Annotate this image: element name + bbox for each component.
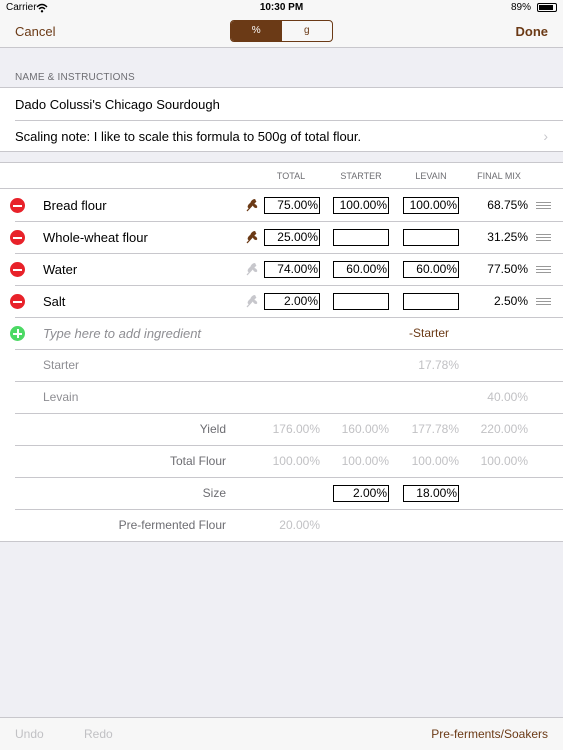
yield-row: Yield 176.00% 160.00% 177.78% 220.00% — [0, 413, 563, 445]
final-mix-value: 77.50% — [487, 262, 528, 276]
starter-percent-input[interactable]: 100.00% — [333, 197, 389, 214]
final-mix-value: 31.25% — [487, 230, 528, 244]
total-flour-total: 100.00% — [272, 454, 320, 468]
scaling-note-cell[interactable]: Scaling note: I like to scale this formu… — [15, 129, 361, 144]
column-header-starter: STARTER — [340, 171, 382, 181]
yield-final: 220.00% — [480, 422, 528, 436]
preferment-final-value: 40.00% — [487, 390, 528, 404]
add-icon[interactable] — [10, 326, 25, 341]
yield-label: Yield — [199, 422, 226, 436]
total-flour-starter: 100.00% — [341, 454, 389, 468]
done-button[interactable]: Done — [516, 24, 549, 39]
ingredient-name[interactable]: Water — [43, 262, 77, 277]
unit-segmented-control: % g — [230, 20, 333, 42]
total-percent-input[interactable]: 74.00% — [264, 261, 320, 278]
size-row: Size 2.00% 18.00% — [0, 477, 563, 509]
starter-percent-input[interactable] — [333, 293, 389, 310]
total-percent-input[interactable]: 75.00% — [264, 197, 320, 214]
reorder-handle-icon[interactable] — [536, 234, 551, 241]
total-flour-row: Total Flour 100.00% 100.00% 100.00% 100.… — [0, 445, 563, 477]
prefermented-flour-label: Pre-fermented Flour — [118, 518, 226, 532]
levain-percent-input[interactable]: 100.00% — [403, 197, 459, 214]
reorder-handle-icon[interactable] — [536, 298, 551, 305]
starter-percent-input[interactable] — [333, 229, 389, 246]
levain-percent-input[interactable]: 60.00% — [403, 261, 459, 278]
wheat-icon[interactable] — [245, 230, 259, 244]
yield-total: 176.00% — [272, 422, 320, 436]
ingredient-name[interactable]: Salt — [43, 294, 65, 309]
ingredient-row: Bread flour 75.00% 100.00% 100.00% 68.75… — [0, 189, 563, 221]
total-flour-label: Total Flour — [169, 454, 226, 468]
preferment-row: Starter 17.78% — [0, 349, 563, 381]
reorder-handle-icon[interactable] — [536, 266, 551, 273]
wheat-icon[interactable] — [245, 262, 259, 276]
total-flour-final: 100.00% — [480, 454, 528, 468]
yield-starter: 160.00% — [341, 422, 389, 436]
divider — [15, 120, 563, 121]
reorder-handle-icon[interactable] — [536, 202, 551, 209]
formula-table: TOTAL STARTER LEVAIN FINAL MIX Bread flo… — [0, 162, 563, 542]
levain-percent-input[interactable] — [403, 293, 459, 310]
battery-percent: 89% — [510, 2, 531, 13]
ingredient-row: Water 74.00% 60.00% 60.00% 77.50% — [0, 253, 563, 285]
ingredient-row: Salt 2.00% 2.50% — [0, 285, 563, 317]
prefermented-flour-row: Pre-fermented Flour 20.00% — [0, 509, 563, 541]
delete-icon[interactable] — [10, 230, 25, 245]
preferment-name: Starter — [43, 358, 80, 372]
undo-button[interactable]: Undo — [15, 727, 44, 741]
preferment-levain-value: 17.78% — [418, 358, 459, 372]
battery-icon — [537, 3, 557, 12]
wheat-icon[interactable] — [245, 294, 259, 308]
delete-icon[interactable] — [10, 198, 25, 213]
starter-size-input[interactable]: 2.00% — [333, 485, 389, 502]
status-bar: Carrier 10:30 PM 89% — [0, 0, 563, 16]
column-header-final-mix: FINAL MIX — [477, 171, 521, 181]
delete-icon[interactable] — [10, 262, 25, 277]
levain-percent-input[interactable] — [403, 229, 459, 246]
name-instructions-group: Dado Colussi's Chicago Sourdough Scaling… — [0, 87, 563, 152]
clock: 10:30 PM — [259, 2, 304, 13]
total-percent-input[interactable]: 2.00% — [264, 293, 320, 310]
column-header-levain: LEVAIN — [415, 171, 447, 181]
remove-starter-button[interactable]: -Starter — [409, 326, 449, 340]
yield-levain: 177.78% — [411, 422, 459, 436]
starter-percent-input[interactable]: 60.00% — [333, 261, 389, 278]
preferments-soakers-button[interactable]: Pre-ferments/Soakers — [431, 727, 548, 741]
size-label: Size — [202, 486, 226, 500]
final-mix-value: 2.50% — [493, 294, 528, 308]
preferment-name: Levain — [43, 390, 79, 404]
total-flour-levain: 100.00% — [411, 454, 459, 468]
total-percent-input[interactable]: 25.00% — [264, 229, 320, 246]
final-mix-value: 68.75% — [487, 198, 528, 212]
delete-icon[interactable] — [10, 294, 25, 309]
cancel-button[interactable]: Cancel — [15, 24, 55, 39]
bottom-toolbar: Undo Redo Pre-ferments/Soakers — [0, 717, 563, 750]
add-ingredient-row: Type here to add ingredient -Starter — [0, 317, 563, 349]
prefermented-flour-total: 20.00% — [279, 518, 320, 532]
redo-button[interactable]: Redo — [84, 727, 113, 741]
ingredient-name[interactable]: Whole-wheat flour — [43, 230, 148, 245]
ingredient-name[interactable]: Bread flour — [43, 198, 107, 213]
column-header-total: TOTAL — [276, 171, 306, 181]
preferment-row: Levain 40.00% — [0, 381, 563, 413]
wheat-icon[interactable] — [245, 198, 259, 212]
levain-size-input[interactable]: 18.00% — [403, 485, 459, 502]
segment-percent[interactable]: % — [231, 21, 282, 41]
ingredient-row: Whole-wheat flour 25.00% 31.25% — [0, 221, 563, 253]
section-header: NAME & INSTRUCTIONS — [15, 72, 135, 83]
recipe-name-field[interactable]: Dado Colussi's Chicago Sourdough — [15, 97, 220, 112]
segment-grams[interactable]: g — [282, 21, 333, 41]
chevron-right-icon: › — [543, 128, 548, 144]
navigation-bar: Cancel % g Done — [0, 16, 563, 48]
add-ingredient-input[interactable]: Type here to add ingredient — [43, 326, 201, 341]
